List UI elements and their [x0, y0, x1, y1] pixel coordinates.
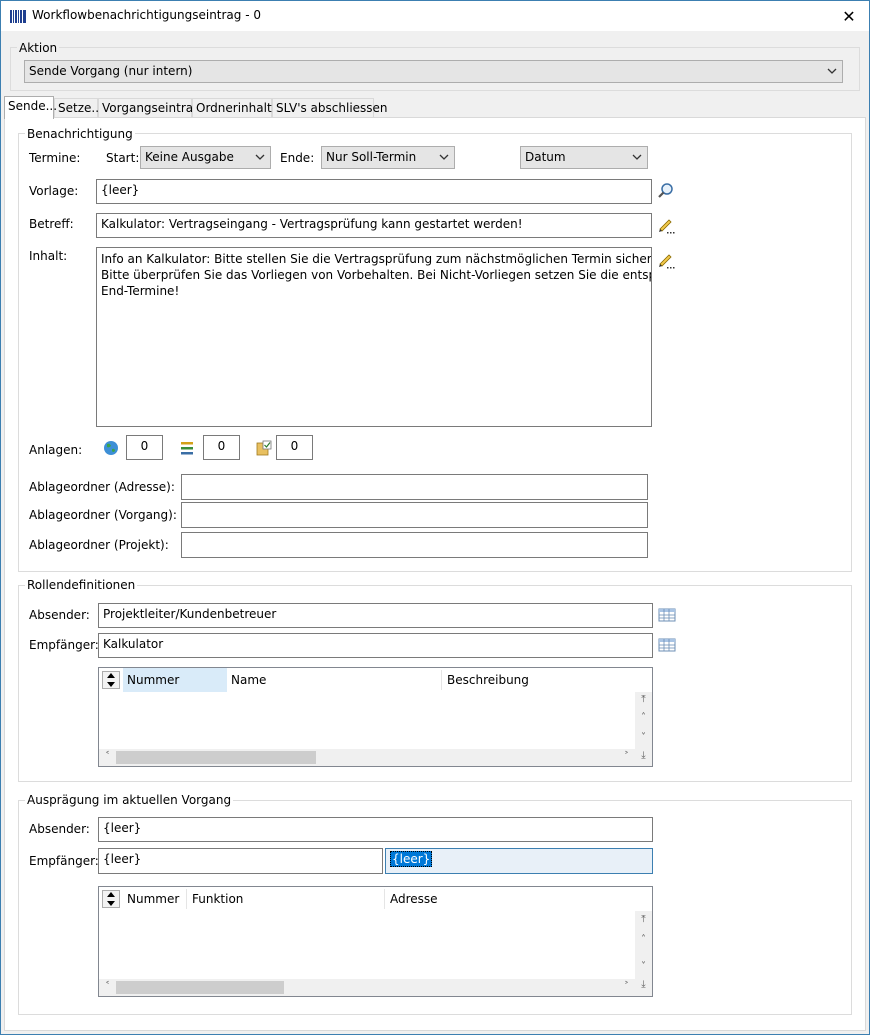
- pencil-icon[interactable]: [657, 251, 675, 269]
- auspraegung-absender-label: Absender:: [29, 822, 90, 836]
- pencil-icon[interactable]: [657, 216, 675, 234]
- start-label: Start:: [106, 151, 140, 165]
- scroll-top-button[interactable]: ⤒: [635, 914, 652, 925]
- rollen-absender-input[interactable]: Projektleiter/Kundenbetreuer: [98, 603, 653, 628]
- auspraegung-grid[interactable]: Nummer Funktion Adresse ⤒ ˄ ˅ ⤓ ˂ ˃: [98, 886, 653, 997]
- tab-ordnerinhalte[interactable]: Ordnerinhalte: [192, 98, 279, 118]
- scroll-bottom-button[interactable]: ⤓: [635, 979, 652, 990]
- window-title: Workflowbenachrichtigungseintrag - 0: [32, 8, 261, 22]
- list-icon: [181, 442, 193, 455]
- aktion-select-value: Sende Vorgang (nur intern): [29, 64, 193, 78]
- ablage-adresse-label: Ablageordner (Adresse):: [29, 480, 175, 494]
- tab-setze[interactable]: Setze...: [54, 98, 103, 118]
- ablage-adresse-input[interactable]: [181, 474, 648, 500]
- sort-toggle-button[interactable]: [102, 890, 120, 908]
- rollen-absender-label: Absender:: [29, 608, 90, 622]
- benachrichtigung-group-title: Benachrichtigung: [25, 127, 135, 141]
- horizontal-scroll-thumb[interactable]: [116, 751, 316, 764]
- auspraegung-absender-input[interactable]: {leer}: [98, 817, 653, 842]
- auspraegung-empfaenger-input-2[interactable]: {leer}: [385, 848, 653, 874]
- column-header-name[interactable]: Name: [227, 668, 441, 692]
- ablage-projekt-input[interactable]: [181, 532, 648, 558]
- anlagen-count-folder[interactable]: 0: [276, 435, 313, 460]
- scroll-up-button[interactable]: ˄: [635, 934, 652, 945]
- auspraegung-empfaenger-input-1[interactable]: {leer}: [98, 848, 383, 874]
- rollen-empfaenger-label: Empfänger:: [29, 638, 99, 652]
- close-button[interactable]: ✕: [835, 4, 863, 28]
- ende-select-value: Nur Soll-Termin: [326, 150, 417, 164]
- inhalt-line-2: Bitte überprüfen Sie das Vorliegen von V…: [101, 268, 651, 282]
- ablage-vorgang-input[interactable]: [181, 502, 648, 528]
- anlagen-label: Anlagen:: [29, 443, 83, 457]
- inhalt-line-3: End-Termine!: [101, 284, 180, 298]
- rollen-empfaenger-input[interactable]: Kalkulator: [98, 633, 653, 658]
- auspraegung-group-title: Ausprägung im aktuellen Vorgang: [25, 793, 234, 807]
- vertical-scrollbar[interactable]: ⤒ ˄ ˅ ⤓: [635, 911, 652, 996]
- scroll-down-button[interactable]: ˅: [635, 961, 652, 972]
- column-separator: [441, 670, 442, 690]
- horizontal-scrollbar[interactable]: ˂ ˃: [99, 749, 635, 766]
- column-separator: [186, 889, 187, 909]
- table-icon[interactable]: [658, 636, 676, 654]
- column-separator: [384, 889, 385, 909]
- ende-select[interactable]: Nur Soll-Termin: [321, 146, 455, 169]
- scroll-up-button[interactable]: ˄: [635, 712, 652, 723]
- betreff-input[interactable]: Kalkulator: Vertragseingang - Vertragspr…: [96, 213, 652, 238]
- column-header-funktion[interactable]: Funktion: [188, 887, 384, 911]
- folder-check-icon: [256, 440, 272, 456]
- rollendefinitionen-group-title: Rollendefinitionen: [25, 578, 138, 592]
- sort-toggle-button[interactable]: [102, 671, 120, 689]
- inhalt-textarea[interactable]: Info an Kalkulator: Bitte stellen Sie di…: [96, 247, 652, 427]
- horizontal-scroll-thumb[interactable]: [116, 981, 284, 994]
- vertical-scrollbar[interactable]: ⤒ ˄ ˅ ⤓: [635, 692, 652, 766]
- tab-panel-sende: Benachrichtigung Termine: Start: Keine A…: [4, 117, 866, 1031]
- tab-vorgangseintrag[interactable]: Vorgangseintrag: [98, 98, 201, 118]
- scroll-right-button[interactable]: ˃: [618, 981, 635, 992]
- horizontal-scrollbar[interactable]: ˂ ˃: [99, 979, 635, 996]
- tab-slv-abschliessen[interactable]: SLV's abschliessen: [272, 98, 388, 118]
- scroll-left-button[interactable]: ˂: [99, 751, 116, 762]
- sort-arrows-icon: [107, 673, 115, 687]
- scroll-top-button[interactable]: ⤒: [635, 694, 652, 705]
- datum-select-value: Datum: [525, 150, 566, 164]
- column-header-beschreibung[interactable]: Beschreibung: [443, 668, 633, 692]
- barcode-icon: [10, 10, 26, 23]
- title-bar: Workflowbenachrichtigungseintrag - 0 ✕: [1, 1, 869, 31]
- column-header-adresse[interactable]: Adresse: [386, 887, 626, 911]
- ablage-vorgang-label: Ablageordner (Vorgang):: [29, 508, 177, 522]
- column-header-nummer[interactable]: Nummer: [123, 668, 227, 692]
- start-select[interactable]: Keine Ausgabe: [140, 146, 271, 169]
- magnifier-icon[interactable]: [657, 182, 675, 200]
- scroll-right-button[interactable]: ˃: [618, 751, 635, 762]
- tab-sende[interactable]: Sende...: [4, 96, 57, 119]
- betreff-label: Betreff:: [29, 217, 74, 231]
- aktion-group-title: Aktion: [17, 41, 60, 55]
- ende-label: Ende:: [280, 151, 315, 165]
- anlagen-count-list[interactable]: 0: [203, 435, 240, 460]
- inhalt-line-1: Info an Kalkulator: Bitte stellen Sie di…: [101, 252, 652, 266]
- chevron-down-icon: [632, 154, 642, 160]
- chevron-down-icon: [827, 68, 837, 74]
- column-header-nummer[interactable]: Nummer: [123, 887, 186, 911]
- sort-arrows-icon: [107, 892, 115, 906]
- chevron-down-icon: [255, 154, 265, 160]
- datum-select[interactable]: Datum: [520, 146, 648, 169]
- rollen-grid[interactable]: Nummer Name Beschreibung ⤒ ˄ ˅ ⤓ ˂ ˃: [98, 667, 653, 767]
- inhalt-label: Inhalt:: [29, 249, 68, 263]
- start-select-value: Keine Ausgabe: [145, 150, 234, 164]
- dialog-window: Workflowbenachrichtigungseintrag - 0 ✕ A…: [0, 0, 870, 1035]
- chevron-down-icon: [439, 154, 449, 160]
- scroll-bottom-button[interactable]: ⤓: [635, 750, 652, 761]
- table-icon[interactable]: [658, 606, 676, 624]
- aktion-select[interactable]: Sende Vorgang (nur intern): [24, 60, 843, 83]
- scroll-down-button[interactable]: ˅: [635, 732, 652, 743]
- scroll-left-button[interactable]: ˂: [99, 981, 116, 992]
- auspraegung-empfaenger-label: Empfänger:: [29, 854, 99, 868]
- ablage-projekt-label: Ablageordner (Projekt):: [29, 538, 169, 552]
- vorlage-input[interactable]: {leer}: [96, 179, 652, 204]
- anlagen-count-globe[interactable]: 0: [126, 435, 163, 460]
- vorlage-label: Vorlage:: [29, 184, 79, 198]
- globe-icon: [104, 441, 118, 455]
- termine-label: Termine:: [29, 151, 81, 165]
